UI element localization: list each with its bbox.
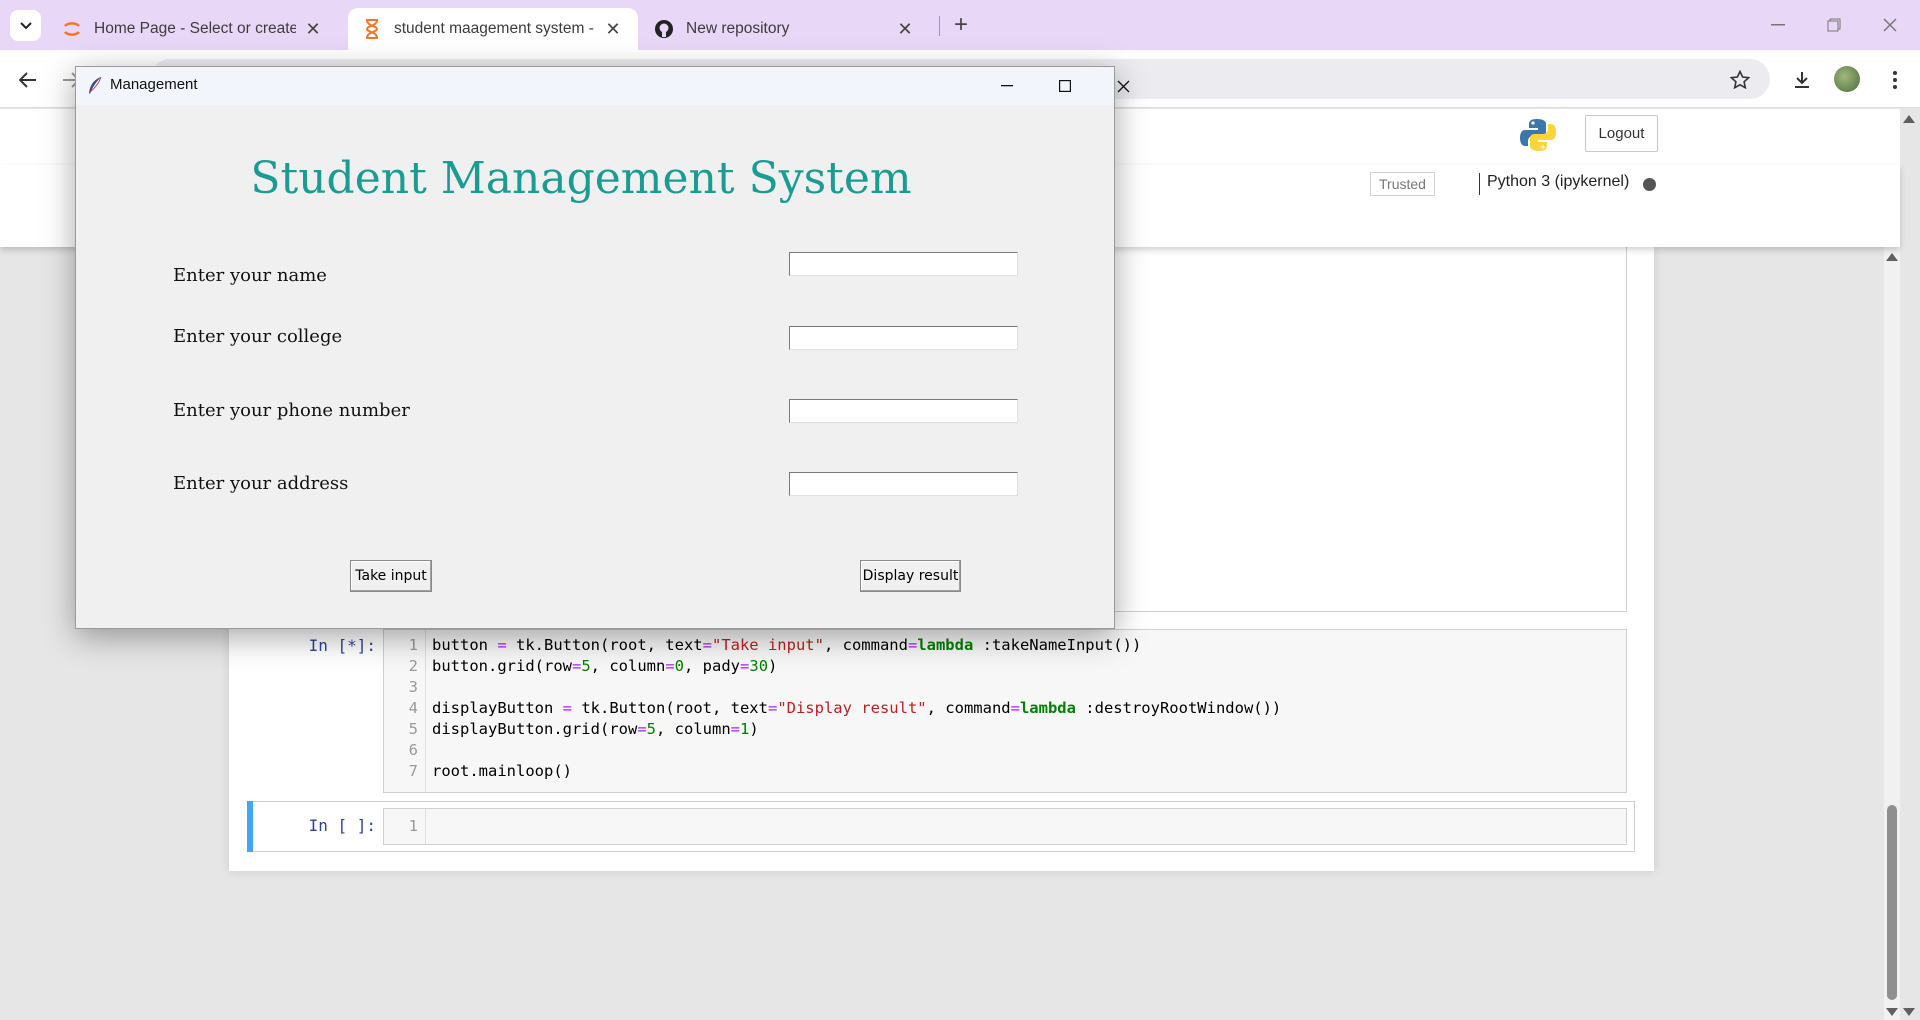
- close-tab-icon[interactable]: ✕: [302, 18, 324, 40]
- tab-title: New repository: [686, 20, 790, 37]
- downloads-button[interactable]: [1789, 67, 1815, 93]
- tab-title: student maagement system - Ju: [394, 20, 596, 37]
- college-input[interactable]: [789, 326, 1018, 350]
- minimize-icon: [1771, 24, 1785, 26]
- close-tab-icon[interactable]: ✕: [894, 18, 916, 40]
- name-input[interactable]: [789, 252, 1018, 276]
- jupyter-icon: [62, 19, 82, 39]
- tk-close-button[interactable]: [1100, 70, 1146, 102]
- take-input-button[interactable]: Take input: [350, 560, 432, 592]
- phone-label: Enter your phone number: [173, 400, 410, 421]
- scroll-up-arrow-icon[interactable]: [1886, 253, 1898, 261]
- bookmark-star-button[interactable]: [1727, 67, 1753, 93]
- kernel-name[interactable]: Python 3 (ipykernel): [1487, 173, 1629, 191]
- window-minimize-button[interactable]: [1752, 8, 1804, 42]
- browser-menu-button[interactable]: [1882, 67, 1908, 93]
- trusted-badge[interactable]: Trusted: [1370, 172, 1435, 196]
- tab-new-repository[interactable]: New repository ✕: [640, 8, 930, 50]
- cell-prompt: In [ ]:: [308, 816, 376, 835]
- logout-button[interactable]: Logout: [1585, 115, 1658, 152]
- app-heading: Student Management System: [250, 153, 912, 204]
- window-titlebar[interactable]: Management: [76, 67, 1129, 105]
- management-window: Management Student Management System Ent…: [75, 66, 1129, 629]
- tk-minimize-button[interactable]: [984, 70, 1030, 102]
- kernel-busy-indicator: [1643, 178, 1656, 191]
- close-icon: [1883, 18, 1897, 32]
- star-icon: [1730, 70, 1750, 90]
- code-cell-2[interactable]: 1: [383, 808, 1627, 845]
- page-scroll-down-arrow-icon[interactable]: [1903, 1008, 1915, 1016]
- window-title: Management: [110, 76, 198, 93]
- minimize-icon: [1001, 85, 1013, 87]
- address-label: Enter your address: [173, 473, 349, 494]
- tab-divider: [939, 16, 940, 36]
- hourglass-icon: [362, 19, 382, 39]
- back-button[interactable]: [15, 67, 41, 93]
- college-label: Enter your college: [173, 326, 343, 347]
- tab-title: Home Page - Select or create a: [94, 20, 296, 37]
- new-tab-button[interactable]: +: [946, 10, 976, 40]
- python-logo-icon: [1520, 119, 1556, 151]
- profile-avatar[interactable]: [1834, 66, 1860, 92]
- download-icon: [1795, 72, 1809, 88]
- github-icon: [654, 19, 674, 39]
- back-arrow-icon: [19, 72, 36, 88]
- tk-maximize-button[interactable]: [1042, 70, 1088, 102]
- tab-home-page[interactable]: Home Page - Select or create a ✕: [48, 8, 338, 50]
- name-label: Enter your name: [173, 265, 327, 286]
- phone-input[interactable]: [789, 399, 1018, 423]
- page-scroll-up-arrow-icon[interactable]: [1903, 115, 1915, 123]
- restore-icon: [1827, 18, 1841, 32]
- window-close-button[interactable]: [1864, 8, 1916, 42]
- tk-feather-icon: [89, 76, 102, 94]
- tab-student-management[interactable]: student maagement system - Ju ✕: [348, 8, 638, 50]
- chevron-down-icon: [19, 21, 32, 29]
- close-tab-icon[interactable]: ✕: [602, 18, 624, 40]
- scrollbar-thumb[interactable]: [1887, 805, 1897, 1000]
- scroll-down-arrow-icon[interactable]: [1886, 1008, 1898, 1016]
- window-restore-button[interactable]: [1808, 8, 1860, 42]
- tab-search-button[interactable]: [10, 10, 41, 41]
- cell-prompt: In [*]:: [308, 636, 376, 655]
- kernel-divider: [1479, 173, 1480, 195]
- address-input[interactable]: [789, 472, 1018, 496]
- display-result-button[interactable]: Display result: [860, 560, 961, 592]
- browser-tabstrip: Home Page - Select or create a ✕ student…: [0, 0, 1920, 50]
- kebab-menu-icon: [1893, 71, 1897, 89]
- code-cell-1[interactable]: 1 button = tk.Button(root, text="Take inp…: [383, 629, 1627, 793]
- close-icon: [1117, 80, 1129, 92]
- maximize-icon: [1059, 80, 1071, 92]
